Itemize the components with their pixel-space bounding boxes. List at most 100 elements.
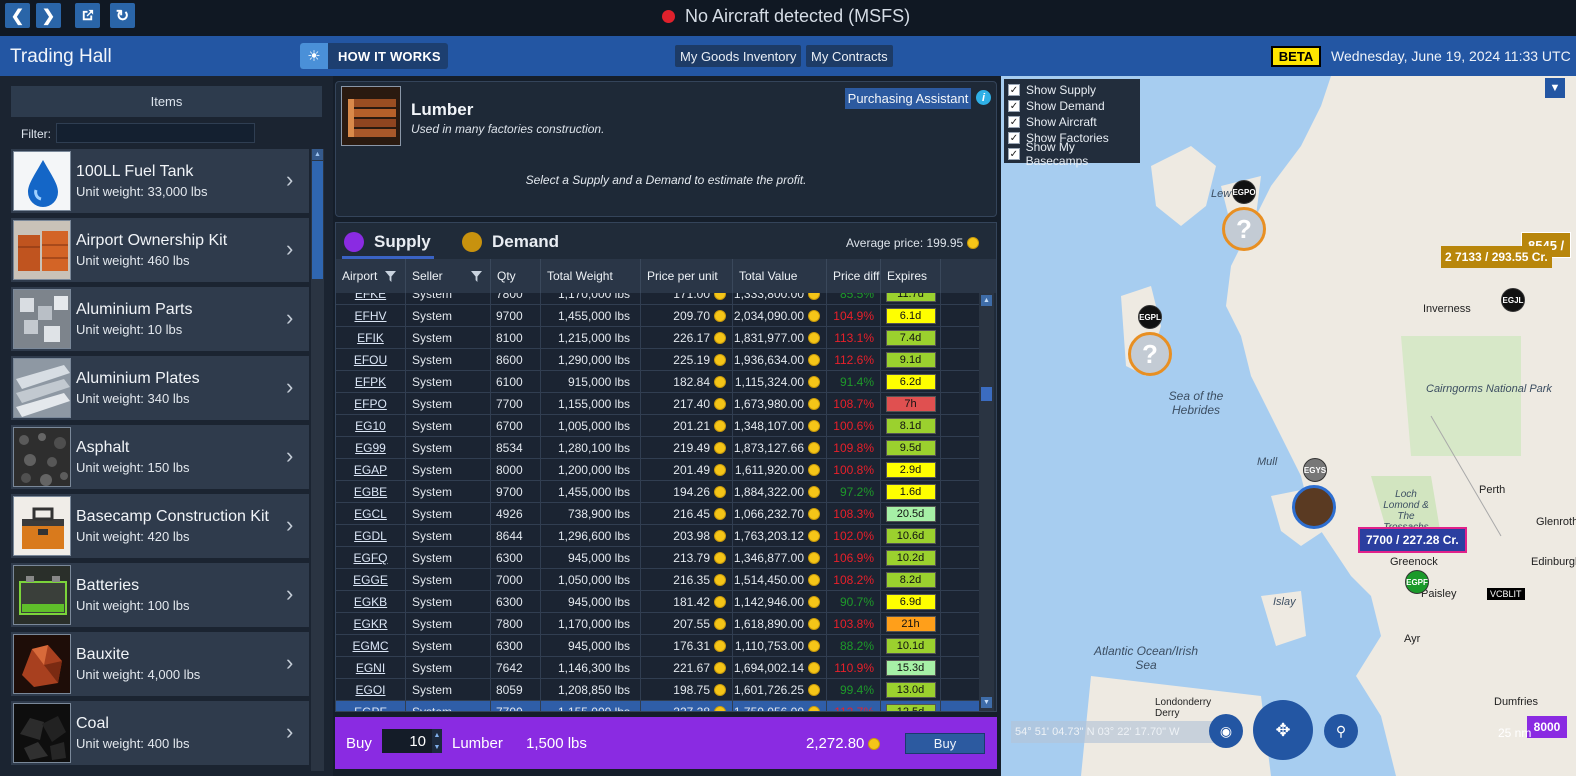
toggle-show-demand[interactable]: ✓ Show Demand <box>1008 98 1136 114</box>
scroll-up-icon[interactable]: ▲ <box>312 149 323 160</box>
tab-demand[interactable]: Demand <box>462 232 559 252</box>
refresh-button[interactable]: ↻ <box>110 3 135 28</box>
col-qty[interactable]: Qty <box>491 259 541 293</box>
airport-link[interactable]: EGDL <box>336 525 406 547</box>
pan-control[interactable]: ✥ <box>1253 700 1313 760</box>
table-row[interactable]: EGFQ System 6300 945,000 lbs 213.79 1,346,877… <box>336 547 979 569</box>
col-airport[interactable]: Airport <box>336 259 406 293</box>
checkbox-checked-icon[interactable]: ✓ <box>1008 100 1020 112</box>
item-asphalt[interactable]: Asphalt Unit weight: 150 lbs › <box>11 425 309 489</box>
table-row[interactable]: EGKR System 7800 1,170,000 lbs 207.55 1,618,8… <box>336 613 979 635</box>
airport-egpo-marker[interactable]: EGPO <box>1232 180 1256 204</box>
airport-link[interactable]: EGGE <box>336 569 406 591</box>
col-seller[interactable]: Seller <box>406 259 491 293</box>
demand-unknown-marker[interactable]: ? <box>1128 332 1172 376</box>
airport-link[interactable]: EFOU <box>336 349 406 371</box>
demand-price-tag-2[interactable]: 2 7133 / 293.55 Cr. <box>1441 246 1552 268</box>
table-row[interactable]: EFPK System 6100 915,000 lbs 182.84 1,115,324… <box>336 371 979 393</box>
col-expires[interactable]: Expires <box>881 259 941 293</box>
table-row[interactable]: EGOI System 8059 1,208,850 lbs 198.75 1,601,7… <box>336 679 979 701</box>
table-row[interactable]: EGBE System 9700 1,455,000 lbs 194.26 1,884,3… <box>336 481 979 503</box>
item-100ll-fuel-tank[interactable]: 100LL Fuel Tank Unit weight: 33,000 lbs … <box>11 149 309 213</box>
scrollbar-thumb[interactable] <box>981 387 992 401</box>
map-view[interactable]: ✓ Show Supply ✓ Show Demand ✓ Show Aircraft… <box>1001 76 1576 776</box>
scroll-up-icon[interactable]: ▲ <box>981 295 992 306</box>
airport-link[interactable]: EG99 <box>336 437 406 459</box>
table-row[interactable]: EGGE System 7000 1,050,000 lbs 216.35 1,514,4… <box>336 569 979 591</box>
back-button[interactable]: ❮ <box>5 3 30 28</box>
table-row[interactable]: EFOU System 8600 1,290,000 lbs 225.19 1,936,6… <box>336 349 979 371</box>
filter-icon[interactable] <box>385 270 397 282</box>
table-row[interactable]: EGNI System 7642 1,146,300 lbs 221.67 1,694,0… <box>336 657 979 679</box>
checkbox-checked-icon[interactable]: ✓ <box>1008 132 1020 144</box>
col-price-per-unit[interactable]: Price per unit <box>641 259 733 293</box>
selected-price-tag[interactable]: 7700 / 227.28 Cr. <box>1358 527 1467 553</box>
item-airport-ownership-kit[interactable]: Airport Ownership Kit Unit weight: 460 l… <box>11 218 309 282</box>
table-row[interactable]: EGAP System 8000 1,200,000 lbs 201.49 1,611,9… <box>336 459 979 481</box>
map-menu-button[interactable]: ▼ <box>1545 78 1565 98</box>
goods-inventory-button[interactable]: My Goods Inventory <box>675 45 802 67</box>
table-scrollbar[interactable]: ▲ ▼ <box>979 293 994 711</box>
tab-supply[interactable]: Supply <box>344 232 431 252</box>
table-row[interactable]: EFIK System 8100 1,215,000 lbs 226.17 1,831,9… <box>336 327 979 349</box>
airport-link[interactable]: EGFQ <box>336 547 406 569</box>
checkbox-checked-icon[interactable]: ✓ <box>1008 116 1020 128</box>
quantity-stepper[interactable]: ▲ ▼ <box>432 729 442 753</box>
airport-link[interactable]: EFHV <box>336 305 406 327</box>
airport-egjl-marker[interactable]: EGJL <box>1501 288 1525 312</box>
info-icon[interactable]: i <box>976 90 991 105</box>
airport-link[interactable]: EGOI <box>336 679 406 701</box>
airport-link[interactable]: EFIK <box>336 327 406 349</box>
item-coal[interactable]: Coal Unit weight: 400 lbs › <box>11 701 309 765</box>
table-row[interactable]: EG10 System 6700 1,005,000 lbs 201.21 1,348,1… <box>336 415 979 437</box>
stepper-up-icon[interactable]: ▲ <box>434 732 441 739</box>
forward-button[interactable]: ❯ <box>36 3 61 28</box>
lumber-supply-marker[interactable] <box>1292 485 1336 529</box>
contracts-button[interactable]: My Contracts <box>806 45 893 67</box>
table-row[interactable]: EGPFSystem77001,155,000 lbs 227.28 1,750,0… <box>336 701 979 711</box>
purchasing-assistant-button[interactable]: Purchasing Assistant <box>845 88 971 109</box>
filter-input[interactable] <box>56 123 255 143</box>
quantity-input[interactable]: 10 <box>382 729 432 753</box>
checkbox-checked-icon[interactable]: ✓ <box>1008 148 1020 160</box>
airport-link[interactable]: EGBE <box>336 481 406 503</box>
demand-unknown-marker[interactable]: ? <box>1222 207 1266 251</box>
item-aluminium-parts[interactable]: Aluminium Parts Unit weight: 10 lbs › <box>11 287 309 351</box>
table-row[interactable]: EGCL System 4926 738,900 lbs 216.45 1,066,232… <box>336 503 979 525</box>
toggle-show-supply[interactable]: ✓ Show Supply <box>1008 82 1136 98</box>
table-row[interactable]: EG99 System 8534 1,280,100 lbs 219.49 1,873,1… <box>336 437 979 459</box>
checkbox-checked-icon[interactable]: ✓ <box>1008 84 1020 96</box>
table-row[interactable]: EGMC System 6300 945,000 lbs 176.31 1,110,753… <box>336 635 979 657</box>
item-batteries[interactable]: Batteries Unit weight: 100 lbs › <box>11 563 309 627</box>
airport-link[interactable]: EFPK <box>336 371 406 393</box>
table-row[interactable]: EFPO System 7700 1,155,000 lbs 217.40 1,673,9… <box>336 393 979 415</box>
item-basecamp-construction-kit[interactable]: Basecamp Construction Kit Unit weight: 4… <box>11 494 309 558</box>
airport-link[interactable]: EGCL <box>336 503 406 525</box>
items-scrollbar[interactable]: ▲ <box>311 149 324 771</box>
toggle-show-aircraft[interactable]: ✓ Show Aircraft <box>1008 114 1136 130</box>
airport-egys-marker[interactable]: EGYS <box>1303 458 1327 482</box>
table-row[interactable]: EFKE System 7800 1,170,000 lbs 171.00 1,333,8… <box>336 293 979 305</box>
item-bauxite[interactable]: Bauxite Unit weight: 4,000 lbs › <box>11 632 309 696</box>
airport-egpl-marker[interactable]: EGPL <box>1138 305 1162 329</box>
table-row[interactable]: EGDL System 8644 1,296,600 lbs 203.98 1,763,2… <box>336 525 979 547</box>
airport-link[interactable]: EFPO <box>336 393 406 415</box>
airport-link[interactable]: EGMC <box>336 635 406 657</box>
airport-link[interactable]: EGNI <box>336 657 406 679</box>
stepper-down-icon[interactable]: ▼ <box>434 744 441 751</box>
search-button[interactable]: ⚲ <box>1324 714 1358 748</box>
airport-link[interactable]: EGKB <box>336 591 406 613</box>
airport-link[interactable]: EG10 <box>336 415 406 437</box>
airport-link[interactable]: EFKE <box>336 293 406 305</box>
col-total-weight[interactable]: Total Weight <box>541 259 641 293</box>
buy-button[interactable]: Buy <box>905 733 985 754</box>
open-external-button[interactable] <box>75 3 100 28</box>
airport-link[interactable]: EGAP <box>336 459 406 481</box>
filter-icon[interactable] <box>470 270 482 282</box>
scroll-down-icon[interactable]: ▼ <box>981 697 992 708</box>
item-aluminium-plates[interactable]: Aluminium Plates Unit weight: 340 lbs › <box>11 356 309 420</box>
scrollbar-thumb[interactable] <box>312 161 323 279</box>
view-toggle-button[interactable]: ◉ <box>1209 714 1243 748</box>
how-it-works-button[interactable]: ☀ HOW IT WORKS <box>300 43 448 69</box>
col-price-diff[interactable]: Price diff <box>827 259 881 293</box>
